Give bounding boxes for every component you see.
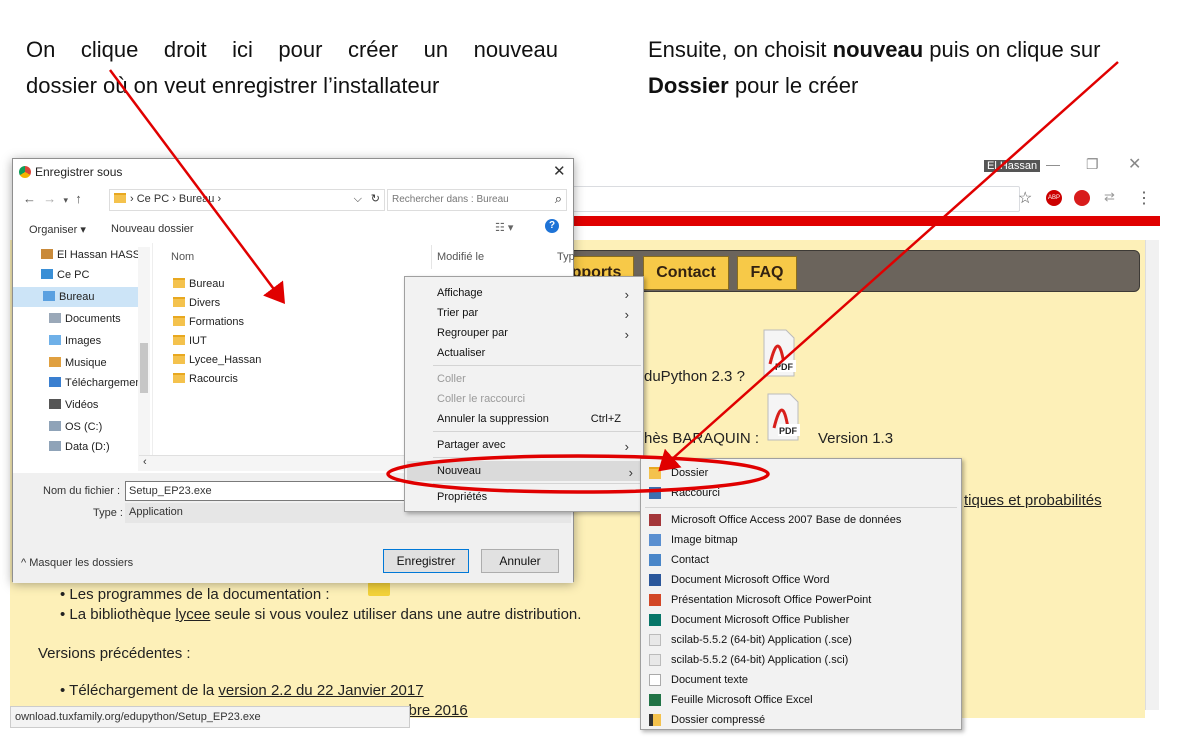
annotation-arrow-left <box>108 69 285 305</box>
annotation-overlay <box>108 61 1119 494</box>
annotation-ellipse <box>386 454 770 494</box>
annotation-arrow-right <box>658 61 1119 472</box>
